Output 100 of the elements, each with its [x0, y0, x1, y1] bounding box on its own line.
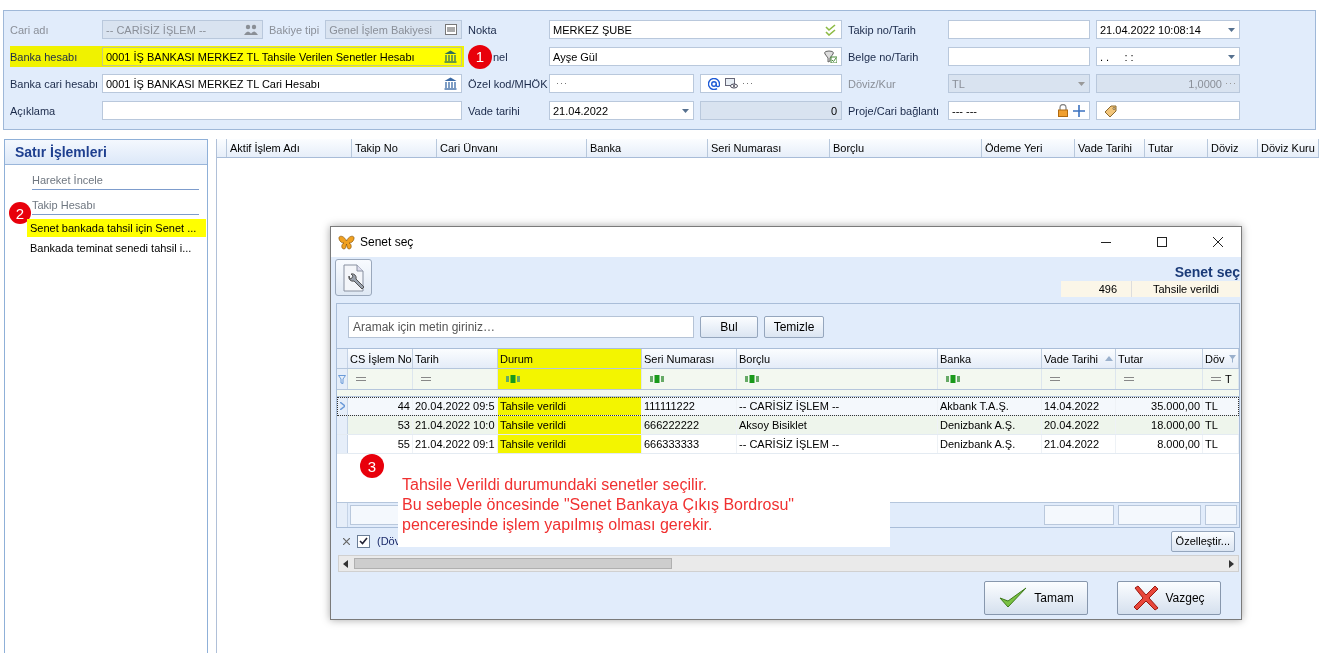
column-header[interactable]: Banka: [587, 139, 708, 157]
bank-account-field[interactable]: 0001 İŞ BANKASI MERKEZ TL Tahsile Verilen Senetler Hesabı: [102, 47, 462, 66]
field-label: Proje/Cari bağlantı: [848, 104, 941, 117]
column-header[interactable]: Tutar: [1145, 139, 1208, 157]
field-label: Vade tarihi: [468, 104, 521, 117]
special-code-field[interactable]: [549, 74, 694, 93]
current-row-icon: [339, 402, 345, 410]
column-header[interactable]: Vade Tarihi: [1075, 139, 1145, 157]
column-header[interactable]: Vade Tarihi: [1042, 349, 1116, 368]
document-number-field[interactable]: [948, 47, 1090, 66]
column-header[interactable]: Borçlu: [830, 139, 982, 157]
dialog-heading: Senet seç: [1174, 264, 1240, 280]
filter-icon: [338, 374, 346, 384]
customize-button[interactable]: Özelleştir...: [1170, 530, 1235, 552]
search-field[interactable]: Aramak için metin giriniz…: [348, 316, 694, 338]
table-cell: -- CARİSİZ İŞLEM --: [737, 435, 938, 453]
column-header[interactable]: Banka: [938, 349, 1042, 368]
dropdown-caret-icon: [1078, 81, 1085, 86]
table-row[interactable]: 53 21.04.2022 10:0 Tahsile verildi 666222222 Aksoy Bisiklet Denizbank A.Ş. 20.04.2022 18.000,00 TL: [337, 416, 1239, 435]
lock-icon: [1058, 104, 1068, 117]
table-cell: 35.000,00: [1116, 397, 1203, 415]
clear-button[interactable]: Temizle: [764, 316, 824, 338]
column-header[interactable]: Ödeme Yeri: [982, 139, 1075, 157]
scroll-thumb[interactable]: [354, 558, 672, 569]
column-header[interactable]: CS İşlem No: [348, 349, 413, 368]
table-row[interactable]: 44 20.04.2022 09:5 Tahsile verildi 111111222 -- CARİSİZ İŞLEM -- Akbank T.A.Ş. 14.04.2022 35.000,00 TL: [337, 397, 1239, 416]
record-count: 496: [1061, 281, 1132, 297]
action-item[interactable]: Senet bankada tahsil için Senet ...: [27, 219, 206, 237]
maximize-icon[interactable]: [1157, 237, 1167, 247]
scroll-left-icon[interactable]: [343, 559, 348, 568]
bank-icon: [444, 77, 457, 90]
row-indicator[interactable]: [337, 397, 348, 415]
field-label: Döviz/Kur: [848, 77, 897, 90]
cancel-button[interactable]: Vazgeç: [1117, 581, 1221, 615]
tag-icon: [1104, 104, 1118, 117]
close-icon[interactable]: [1213, 237, 1223, 247]
table-cell: 20.04.2022: [1042, 416, 1116, 434]
column-header[interactable]: Döviz: [1208, 139, 1258, 157]
table-cell: 666222222: [642, 416, 737, 434]
bank-current-account-field[interactable]: 0001 İŞ BANKASI MERKEZ TL Cari Hesabı: [102, 74, 462, 93]
tracking-number-field[interactable]: [948, 20, 1090, 39]
field-label: Belge no/Tarih: [848, 50, 920, 63]
field-label: Banka hesabı: [10, 50, 79, 63]
status-label: Tahsile verildi: [1152, 282, 1220, 297]
column-header[interactable]: Cari Ünvanı: [437, 139, 587, 157]
column-header[interactable]: Durum: [498, 349, 642, 368]
table-cell: 18.000,00: [1116, 416, 1203, 434]
table-cell: Denizbank A.Ş.: [938, 435, 1042, 453]
table-cell: TL: [1203, 416, 1239, 434]
action-item[interactable]: Bankada teminat senedi tahsil i...: [27, 239, 206, 257]
scroll-right-icon[interactable]: [1229, 559, 1234, 568]
action-item[interactable]: Hareket İncele: [32, 171, 199, 190]
table-cell: 44: [348, 397, 413, 415]
dropdown-caret-icon: [1228, 27, 1235, 32]
minimize-icon[interactable]: [1101, 241, 1111, 243]
table-cell: 53: [348, 416, 413, 434]
table-cell: Akbank T.A.Ş.: [938, 397, 1042, 415]
dropdown-caret-icon: [1228, 54, 1235, 59]
field-label: nel: [493, 50, 508, 63]
table-cell: 14.04.2022: [1042, 397, 1116, 415]
action-item[interactable]: Takip Hesabı: [32, 196, 199, 215]
due-date-field[interactable]: 21.04.2022: [549, 101, 694, 120]
filter-check-icon: [824, 50, 837, 63]
date-time-field[interactable]: . . : :: [1096, 47, 1240, 66]
column-header[interactable]: Borçlu: [737, 349, 938, 368]
dropdown-caret-icon: [682, 108, 689, 113]
project-link-field[interactable]: --- ---: [948, 101, 1090, 120]
table-cell: 21.04.2022: [1042, 435, 1116, 453]
column-header[interactable]: Seri Numarası: [642, 349, 737, 368]
settings-button[interactable]: [335, 259, 372, 296]
find-button[interactable]: Bul: [700, 316, 758, 338]
window-title: Senet seç: [360, 235, 414, 249]
table-row[interactable]: 55 21.04.2022 09:1 Tahsile verildi 666333333 -- CARİSİZ İŞLEM -- Denizbank A.Ş. 21.04.2022 8.000,00 TL: [337, 435, 1239, 454]
column-header[interactable]: Döv: [1203, 349, 1239, 368]
table-cell: 666333333: [642, 435, 737, 453]
table-cell: -- CARİSİZ İŞLEM --: [737, 397, 938, 415]
filter-checkbox[interactable]: [357, 534, 370, 548]
butterfly-icon: [338, 234, 355, 250]
table-cell: 55: [348, 435, 413, 453]
check-icon: [998, 586, 1029, 610]
bank-icon: [444, 50, 457, 63]
column-header[interactable]: Döviz Kuru: [1258, 139, 1319, 157]
field-label: Banka cari hesabı: [10, 77, 96, 90]
ok-button[interactable]: Tamam: [984, 581, 1088, 615]
horizontal-scrollbar[interactable]: [338, 555, 1239, 572]
description-field[interactable]: [102, 101, 462, 120]
branch-field[interactable]: MERKEZ ŞUBE: [549, 20, 842, 39]
staff-field[interactable]: Ayşe Gül: [549, 47, 842, 66]
tag-field[interactable]: [1096, 101, 1240, 120]
at-sign-icon: [708, 77, 720, 90]
column-header[interactable]: Aktif İşlem Adı: [227, 139, 352, 157]
column-header[interactable]: Tutar: [1116, 349, 1203, 368]
email-field[interactable]: [700, 74, 842, 93]
column-header[interactable]: Takip No: [352, 139, 437, 157]
table-cell: Tahsile verildi: [498, 435, 642, 453]
cross-icon: [1133, 585, 1160, 611]
check-icon: [825, 23, 837, 36]
column-header[interactable]: Seri Numarası: [708, 139, 830, 157]
table-cell: Denizbank A.Ş.: [938, 416, 1042, 434]
date-time-field[interactable]: 21.04.2022 10:08:14: [1096, 20, 1240, 39]
